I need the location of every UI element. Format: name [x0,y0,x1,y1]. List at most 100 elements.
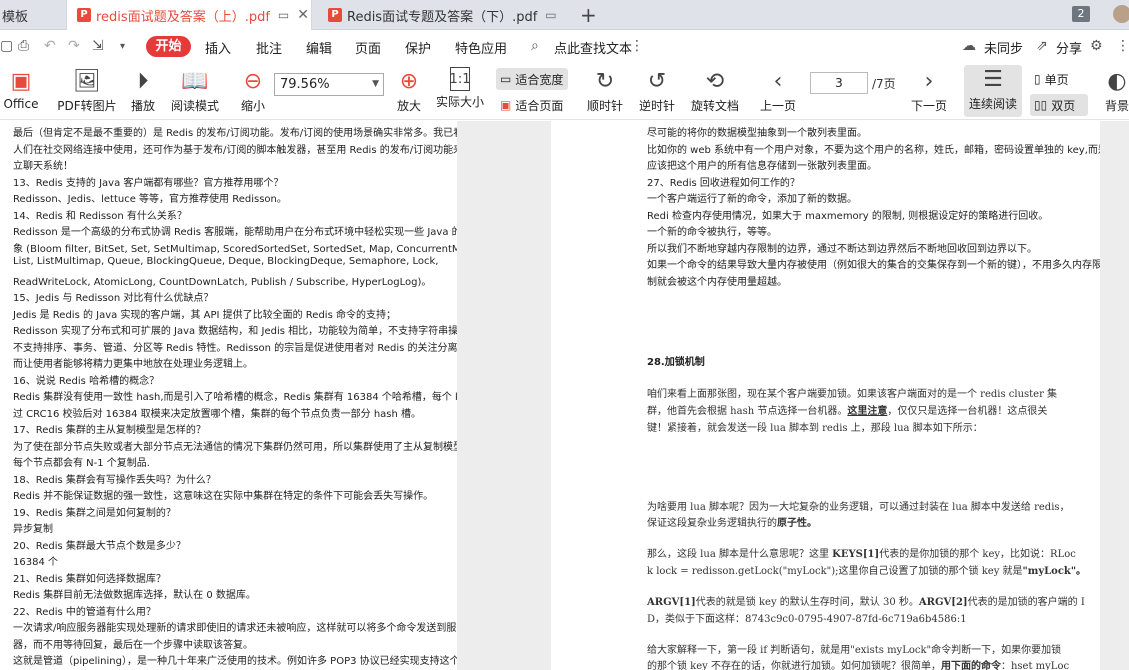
document-text-line: Redisson 是一个高级的分布式协调 Redis 客服端，能帮助用户在分布式… [13,227,457,238]
document-text-line: 27、Redis 回收进程如何工作的？ [647,177,800,189]
document-text-line: Jedis 是 Redis 的 Java 实现的客户端，其 API 提供了比较全… [13,309,396,321]
cloud-icon: ☁ [962,38,976,54]
document-text-line: Redis 集群目前无法做数据库选择，默认在 0 数据库。 [13,590,256,601]
document-text-line: ReadWriteLock, AtomicLong, CountDownLatc… [13,276,432,288]
single-page-button[interactable]: ▯ 单页 [1030,68,1088,90]
section-heading: 28.加锁机制 [647,357,705,368]
paragraph-line: 的那个锁 key 不存在的话，你就进行加锁。如何加锁呢？很简单，用下面的命令：h… [647,661,1070,670]
rotate-ccw-button[interactable]: ↺ 逆时针 [637,67,677,114]
continuous-read-button[interactable]: ☰ 连续阅读 [964,65,1022,117]
more-icon[interactable]: ⋮ [1116,38,1129,54]
tab-template[interactable]: 模板 [0,0,60,30]
pdf-page-right: 28.加锁机制 咱们来看上面那张图，现在某个客户端要加锁。如果该客户端面对的是一… [551,121,1100,670]
document-text-line: Redi 检查内存使用情况，如果大于 maxmemory 的限制, 则根据设定好… [647,210,1049,222]
image-icon: 🖼 [73,68,101,94]
document-text-line: 13、Redis 支持的 Java 客户端都有哪些？官方推荐用哪个？ [13,177,284,189]
document-text-line: 16、说说 Redis 哈希槽的概念？ [13,375,160,387]
page-number-input[interactable]: 3 [810,72,868,94]
continuous-icon: ☰ [983,66,1003,92]
document-text-line: 尽可能的将你的数据模型抽象到一个散列表里面。 [647,128,867,139]
actual-size-button[interactable]: 1:1 实际大小 [434,67,486,110]
menu-edit[interactable]: 编辑 [306,38,332,57]
paragraph-line: 键！紧接着，就会发送一段 lua 脚本到 redis 上，那段 lua 脚本如下… [647,423,983,434]
pdf-to-image-button[interactable]: 🖼 PDF转图片 [56,67,118,114]
tab-count-badge[interactable]: 2 [1072,6,1090,22]
single-page-icon: ▯ [1034,72,1041,86]
tab-redis-part1[interactable]: P redis面试题及答案（上）.pdf ▭ ✕ [66,0,312,30]
chevron-down-icon[interactable]: ▼ [372,74,379,95]
pdf-file-icon: P [328,8,342,22]
fit-width-button[interactable]: ▭ 适合宽度 [496,68,568,90]
actual-size-icon: 1:1 [450,67,470,91]
document-text-line: 比如你的 web 系统中有一个用户对象，不要为这个用户的名称，姓氏，邮箱，密码设… [647,144,1100,156]
chevron-down-icon[interactable]: ▾ [120,41,125,52]
paragraph-line: 给大家解释一下，第一段 if 判断语句，就是用"exists myLock"命令… [647,645,1062,656]
menu-features[interactable]: 特色应用 [455,38,507,57]
rotate-doc-icon: ⟲ [705,68,725,94]
rotate-cw-icon: ↻ [595,68,615,94]
book-icon: 📖 [181,68,209,94]
export-icon[interactable]: ⇲ [92,38,104,54]
close-tab-icon[interactable]: ✕ [297,7,309,23]
restore-window-icon[interactable]: ▭ [278,8,289,22]
document-text-line: 19、Redis 集群之间是如何复制的？ [13,507,176,519]
document-text-line: 每个节点都会有 N-1 个复制品. [13,458,150,469]
zoom-input[interactable]: 79.56% ▼ [274,73,384,96]
print-icon[interactable]: ⎙ [18,38,29,54]
document-text-line: 过 CRC16 校验后对 16384 取模来决定放置哪个槽，集群的每个节点负责一… [13,408,422,420]
prev-page-button[interactable]: ‹ 上一页 [758,67,798,114]
office-button[interactable]: ▣ Office [0,67,42,112]
document-text-line: Redisson、Jedis、lettuce 等等，官方推荐使用 Redisso… [13,194,287,205]
fit-page-button[interactable]: ▣ 适合页面 [496,94,568,116]
undo-icon[interactable]: ↶ [44,38,56,54]
zoom-in-button[interactable]: ⊕ 放大 [392,67,426,114]
document-text-line: 人们在社交网络连接中使用，还可作为基于发布/订阅的脚本触发器，甚至用 Redis… [13,144,457,156]
document-text-line: 立聊天系统！ [13,161,73,172]
tab-redis-part2[interactable]: P Redis面试专题及答案（下）.pdf ▭ [318,0,568,30]
menu-protect[interactable]: 保护 [405,38,431,57]
share-icon: ⇗ [1036,38,1048,54]
rotate-doc-button[interactable]: ⟲ 旋转文档 [688,67,742,114]
zoom-in-icon: ⊕ [399,68,419,94]
menu-page[interactable]: 页面 [355,38,381,57]
pdf-page-left: 最后（但肯定不是最不重要的）是 Redis 的发布/订阅功能。发布/订阅的使用场… [0,121,457,670]
menu-annotate[interactable]: 批注 [256,38,282,57]
search-text-button[interactable]: 点此查找文本 [554,38,632,57]
document-text-line: 异步复制 [13,524,53,535]
read-mode-button[interactable]: 📖 阅读模式 [168,67,222,114]
zoom-out-button[interactable]: ⊖ 缩小 [236,67,270,114]
document-text-line: 这就是管道（pipelining），是一种几十年来广泛使用的技术。例如许多 PO… [13,656,457,667]
search-icon: ⌕ [531,38,539,54]
document-text-line: 21、Redis 集群如何选择数据库？ [13,573,166,585]
paragraph-line: k lock = redisson.getLock("myLock");这里你自… [647,566,1087,577]
share-button[interactable]: 分享 [1056,38,1082,57]
paragraph-line: D，类似于下面这样：8743c9c0-0795-4907-87fd-6c719a… [647,614,967,625]
menu-insert[interactable]: 插入 [205,38,231,57]
document-text-line: 不支持排序、事务、管道、分区等 Redis 特性。Redisson 的宗旨是促进… [13,342,457,354]
start-menu[interactable]: 开始 [146,36,191,57]
gear-icon[interactable]: ⚙ [1090,38,1103,54]
paragraph-line: 保证这段复杂业务逻辑执行的原子性。 [647,518,817,529]
restore-window-icon[interactable]: ▭ [545,8,556,22]
more-icon[interactable]: ⋮ [630,38,644,54]
document-text-line: Redis 并不能保证数据的强一致性，这意味这在实际中集群在特定的条件下可能会丢… [13,491,434,502]
double-page-button[interactable]: ▯▯ 双页 [1030,94,1088,116]
paragraph-line: 为啥要用 lua 脚本呢？因为一大坨复杂的业务逻辑，可以通过封装在 lua 脚本… [647,502,1070,513]
play-button[interactable]: ⏵ 播放 [126,67,160,114]
new-tab-icon[interactable]: + [580,3,597,27]
chevron-left-icon: ‹ [773,68,783,94]
document-text-line: Redis 集群没有使用一致性 hash,而是引入了哈希槽的概念，Redis 集… [13,392,457,403]
avatar[interactable] [1113,5,1129,23]
document-text-line: Redisson 实现了分布式和可扩展的 Java 数据结构，和 Jedis 相… [13,326,457,337]
next-page-button[interactable]: › 下一页 [908,67,950,114]
document-viewer[interactable]: 最后（但肯定不是最不重要的）是 Redis 的发布/订阅功能。发布/订阅的使用场… [0,121,1129,670]
rotate-ccw-icon: ↺ [647,68,667,94]
folder-icon[interactable]: ▢ [0,38,13,54]
redo-icon[interactable]: ↷ [68,38,80,54]
document-text-line: 一个客户端运行了新的命令，添加了新的数据。 [647,194,857,205]
sync-status[interactable]: 未同步 [984,38,1023,57]
background-button[interactable]: ◐ 背景 [1100,67,1129,114]
document-text-line: 如果一个命令的结果导致大量内存被使用（例如很大的集合的交集保存到一个新的键），不… [647,260,1100,271]
rotate-cw-button[interactable]: ↻ 顺时针 [585,67,625,114]
paragraph-line: ARGV[1]代表的就是锁 key 的默认生存时间，默认 30 秒。ARGV[2… [647,597,1085,608]
